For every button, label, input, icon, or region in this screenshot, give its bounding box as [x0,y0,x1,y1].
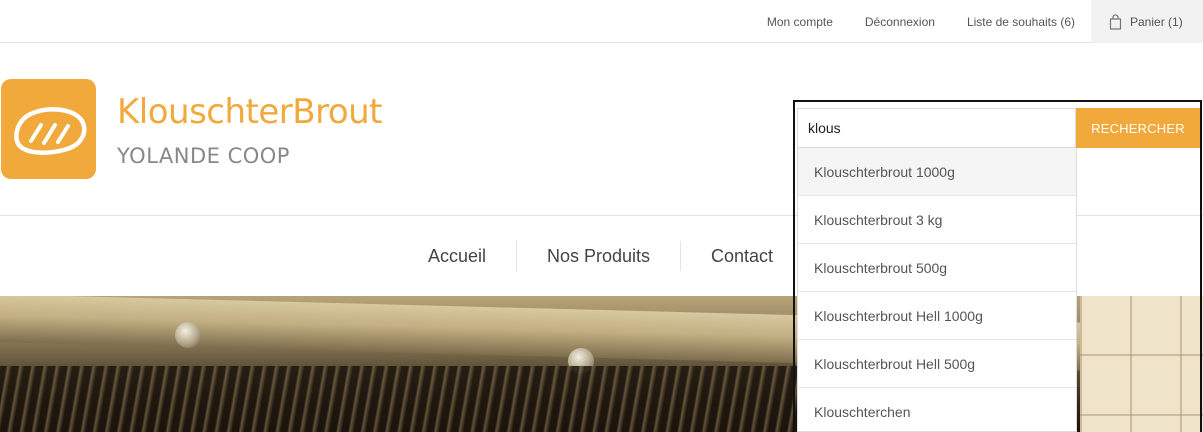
nav-item-contact[interactable]: Contact [711,241,773,271]
bread-loaf-icon [14,107,87,155]
oven-grill [0,366,800,432]
account-links: Mon compte Déconnexion Liste de souhaits… [751,0,1203,43]
search-input[interactable] [797,108,1076,148]
search-button[interactable]: RECHERCHER [1076,108,1200,148]
suggestion-item[interactable]: Klouschterbrout 3 kg [798,196,1076,244]
top-bar: Mon compte Déconnexion Liste de souhaits… [0,0,1203,43]
brand-title[interactable]: KlouschterBrout [117,92,383,132]
suggestion-item[interactable]: Klouschterbrout 1000g [798,148,1076,196]
my-account-link[interactable]: Mon compte [751,0,849,43]
rail-bolt [175,322,201,348]
nav-item-nos-produits[interactable]: Nos Produits [547,241,650,271]
logout-link[interactable]: Déconnexion [849,0,951,43]
cart-label: Panier (1) [1130,14,1183,29]
wishlist-link[interactable]: Liste de souhaits (6) [951,0,1091,43]
suggestion-item[interactable]: Klouschterchen [798,388,1076,431]
nav-divider [516,241,517,271]
shopping-bag-icon [1109,13,1122,30]
search-suggestions: Klouschterbrout 1000g Klouschterbrout 3 … [797,148,1077,432]
brand-subtitle: YOLANDE COOP [117,144,290,168]
suggestion-item[interactable]: Klouschterbrout Hell 1000g [798,292,1076,340]
suggestion-item[interactable]: Klouschterbrout 500g [798,244,1076,292]
suggestion-item[interactable]: Klouschterbrout Hell 500g [798,340,1076,388]
nav-item-accueil[interactable]: Accueil [428,241,486,271]
nav-divider [680,241,681,271]
logo[interactable] [1,79,96,179]
cart-link[interactable]: Panier (1) [1091,0,1203,43]
